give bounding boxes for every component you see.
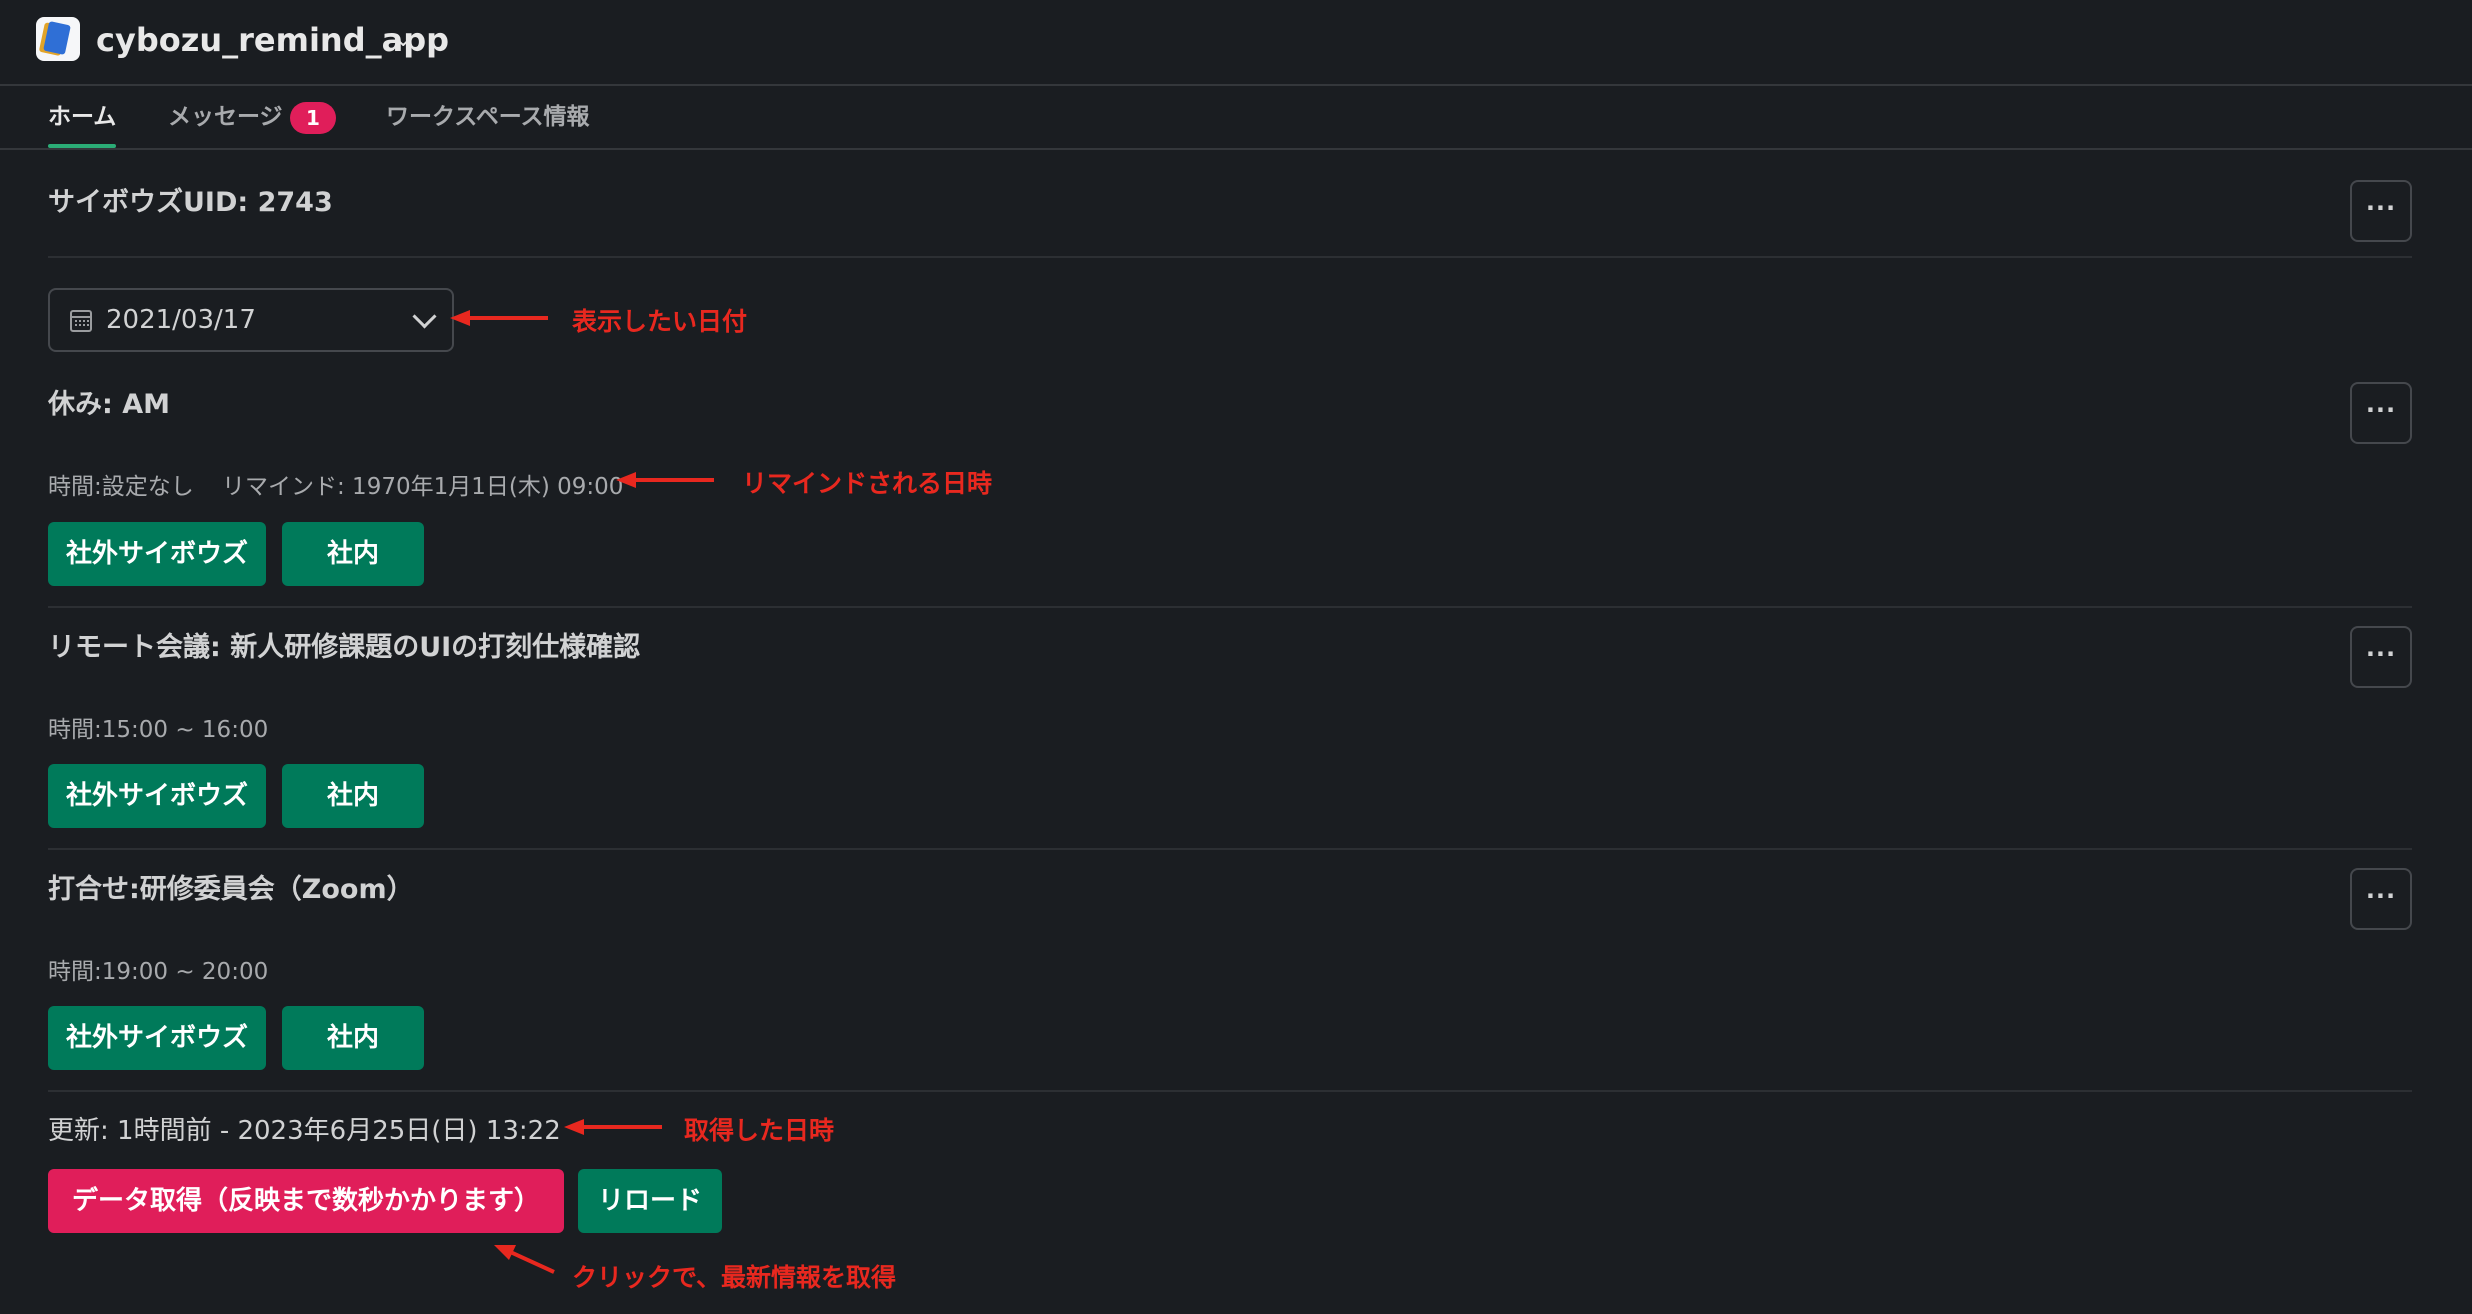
annotation-arrows — [450, 310, 714, 1274]
annotation-fetch: クリックで、最新情報を取得 — [572, 1263, 897, 1292]
annotation-remind: リマインドされる日時 — [742, 469, 993, 498]
app-window: cybozu_remind_app ⌄ ホーム メッセージ ワークスペース情報 … — [0, 0, 2472, 1314]
annotation-updated: 取得した日時 — [684, 1116, 835, 1145]
annotation-date: 表示したい日付 — [572, 307, 748, 336]
